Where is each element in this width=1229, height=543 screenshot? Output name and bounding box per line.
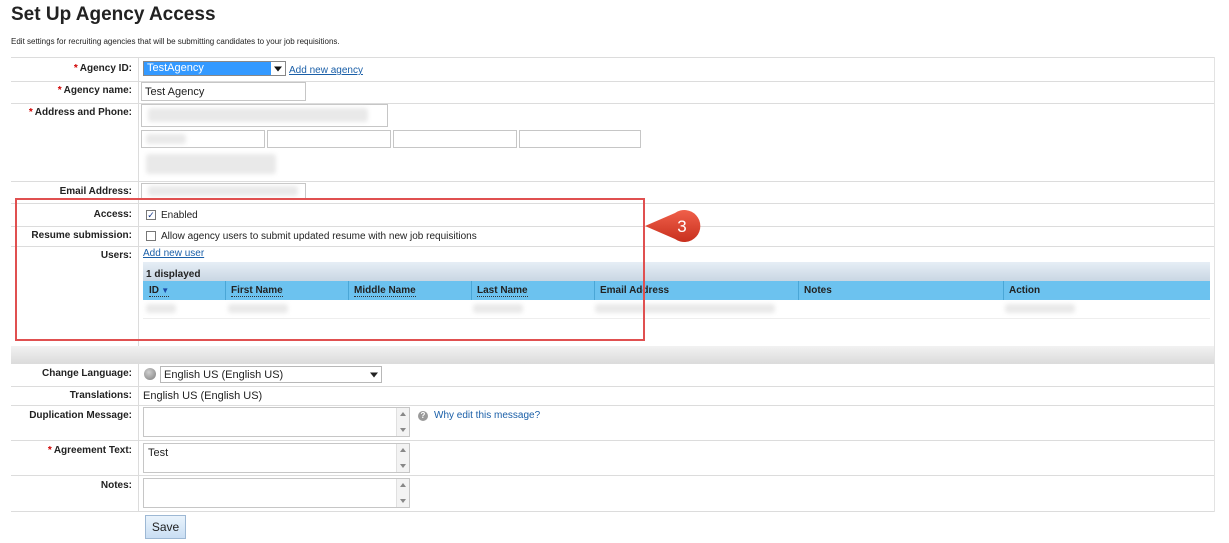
scroll-up-icon — [400, 412, 406, 416]
email-redacted — [148, 186, 298, 196]
translations-label: Translations: — [69, 390, 132, 401]
address-phone-label: * Address and Phone: — [28, 107, 132, 118]
change-language-label: Change Language: — [41, 368, 132, 379]
notes-textarea[interactable] — [143, 478, 410, 508]
email-label: Email Address: — [59, 186, 132, 197]
scroll-down-icon — [400, 428, 406, 432]
phone-redacted — [146, 154, 276, 174]
scrollbar[interactable] — [396, 444, 409, 472]
column-divider — [1003, 281, 1004, 300]
column-notes[interactable]: Notes — [804, 285, 832, 296]
city-redacted — [146, 134, 186, 144]
state-input[interactable] — [267, 130, 391, 148]
callout-marker: 3 — [645, 210, 701, 242]
required-marker: * — [28, 107, 33, 118]
row-divider — [11, 363, 1214, 364]
agreement-text-textarea[interactable]: Test — [143, 443, 410, 473]
column-divider — [798, 281, 799, 300]
agency-name-label: * Agency name: — [57, 85, 132, 96]
callout-number: 3 — [677, 217, 686, 236]
chevron-down-icon — [274, 66, 282, 71]
required-marker: * — [57, 85, 62, 96]
row-divider — [11, 511, 1214, 512]
required-marker: * — [47, 445, 52, 456]
agency-id-label: * Agency ID: — [73, 63, 132, 74]
add-new-agency-link[interactable]: Add new agency — [289, 65, 363, 76]
scrollbar[interactable] — [396, 408, 409, 436]
duplication-message-textarea[interactable] — [143, 407, 410, 437]
scroll-up-icon — [400, 483, 406, 487]
scroll-down-icon — [400, 464, 406, 468]
row-divider — [11, 181, 1214, 182]
row-divider — [11, 57, 1214, 58]
why-edit-message-link[interactable]: Why edit this message? — [434, 410, 540, 421]
section-separator — [11, 346, 1214, 363]
scrollbar[interactable] — [396, 479, 409, 507]
zip-input[interactable] — [393, 130, 517, 148]
agreement-text-value: Test — [148, 447, 169, 459]
highlight-box — [15, 198, 645, 341]
country-input[interactable] — [519, 130, 641, 148]
chevron-down-icon — [370, 372, 378, 377]
agency-id-select[interactable]: TestAgency — [143, 61, 286, 76]
translations-value: English US (English US) — [143, 390, 263, 402]
agency-name-input[interactable]: Test Agency — [141, 82, 306, 101]
globe-icon — [144, 368, 156, 380]
scroll-up-icon — [400, 448, 406, 452]
row-divider — [11, 440, 1214, 441]
scroll-down-icon — [400, 499, 406, 503]
address-redacted — [148, 108, 368, 122]
column-action[interactable]: Action — [1009, 285, 1040, 296]
duplication-message-label: Duplication Message: — [29, 410, 132, 421]
help-icon: ? — [418, 411, 428, 421]
save-button[interactable]: Save — [145, 515, 186, 539]
row-divider — [11, 405, 1214, 406]
agreement-text-label: * Agreement Text: — [47, 445, 132, 456]
row-divider — [11, 475, 1214, 476]
row-divider — [11, 386, 1214, 387]
agency-id-value: TestAgency — [144, 62, 271, 75]
page-title: Set Up Agency Access — [11, 4, 216, 25]
language-value: English US (English US) — [164, 369, 284, 381]
notes-label: Notes: — [100, 480, 132, 491]
required-marker: * — [73, 63, 78, 74]
page-subtitle: Edit settings for recruiting agencies th… — [11, 37, 340, 46]
row-action-redacted — [1005, 304, 1075, 313]
language-select[interactable]: English US (English US) — [160, 366, 382, 383]
